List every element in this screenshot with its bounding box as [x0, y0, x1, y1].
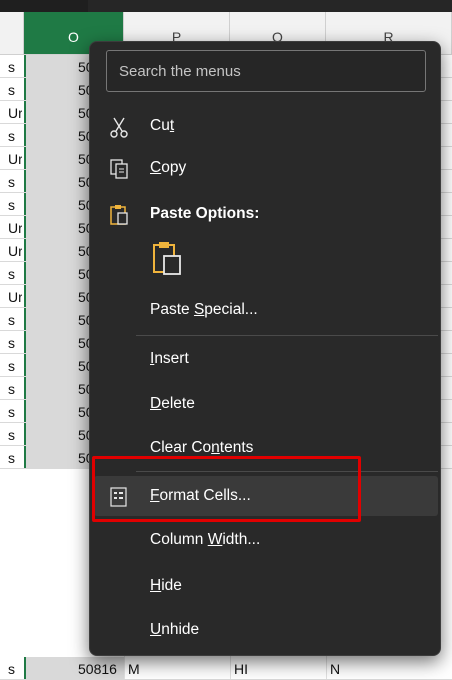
cell[interactable]: s	[8, 124, 22, 146]
paste-options-header: Paste Options:	[94, 194, 438, 234]
menu-item-label: Insert	[150, 350, 189, 367]
menu-item-cut[interactable]: Cut	[94, 106, 438, 146]
menu-item-label: Copy	[150, 159, 187, 176]
menu-item-column-width[interactable]: Column Width...	[94, 520, 438, 560]
cell[interactable]: Ur	[8, 239, 22, 261]
annotation-highlight-box	[92, 456, 361, 522]
clipboard-icon	[110, 205, 128, 225]
cell[interactable]: s	[8, 423, 22, 445]
title-strip	[0, 0, 452, 12]
cell[interactable]: N	[326, 657, 452, 679]
menu-search-box[interactable]	[106, 50, 426, 92]
cell[interactable]: s	[8, 308, 22, 330]
context-menu: Cut Copy Paste Options: Paste Special...…	[89, 41, 441, 656]
menu-item-insert[interactable]: Insert	[94, 339, 438, 379]
cell[interactable]: s	[8, 262, 22, 284]
table-row[interactable]: s 50816 M HI N	[0, 657, 452, 680]
menu-item-label: Delete	[150, 395, 195, 412]
menu-search-input[interactable]	[107, 51, 425, 91]
cell[interactable]: HI	[230, 657, 330, 679]
cell[interactable]: Ur	[8, 285, 22, 307]
cell[interactable]: Ur	[8, 147, 22, 169]
cell[interactable]: s	[8, 377, 22, 399]
copy-icon	[110, 159, 128, 179]
cell[interactable]: s	[8, 354, 22, 376]
column-header-prev[interactable]	[0, 12, 24, 54]
menu-item-hide[interactable]: Hide	[94, 566, 438, 606]
cell[interactable]: s	[8, 657, 22, 679]
menu-item-delete[interactable]: Delete	[94, 384, 438, 424]
menu-item-label: Unhide	[150, 621, 200, 638]
menu-item-unhide[interactable]: Unhide	[94, 610, 438, 650]
cell[interactable]: s	[8, 400, 22, 422]
cell[interactable]: s	[8, 446, 22, 468]
cell[interactable]: s	[8, 193, 22, 215]
scissors-icon	[110, 117, 128, 138]
cell[interactable]: s	[8, 78, 22, 100]
menu-separator	[136, 335, 438, 336]
cell[interactable]: Ur	[8, 216, 22, 238]
menu-item-copy[interactable]: Copy	[94, 148, 438, 188]
cell[interactable]: s	[8, 55, 22, 77]
menu-item-label: Paste Options:	[150, 205, 260, 222]
menu-item-label: Hide	[150, 577, 182, 594]
cell[interactable]: Ur	[8, 101, 22, 123]
cell-selected[interactable]: 50816	[24, 657, 124, 679]
paste-button-icon[interactable]	[150, 240, 184, 276]
cell[interactable]: s	[8, 331, 22, 353]
cell[interactable]: s	[8, 170, 22, 192]
menu-item-label: Cut	[150, 117, 175, 134]
cell[interactable]: M	[124, 657, 234, 679]
menu-item-label: Paste Special...	[150, 301, 258, 318]
menu-item-paste-special[interactable]: Paste Special...	[94, 290, 438, 330]
menu-item-label: Column Width...	[150, 531, 261, 548]
